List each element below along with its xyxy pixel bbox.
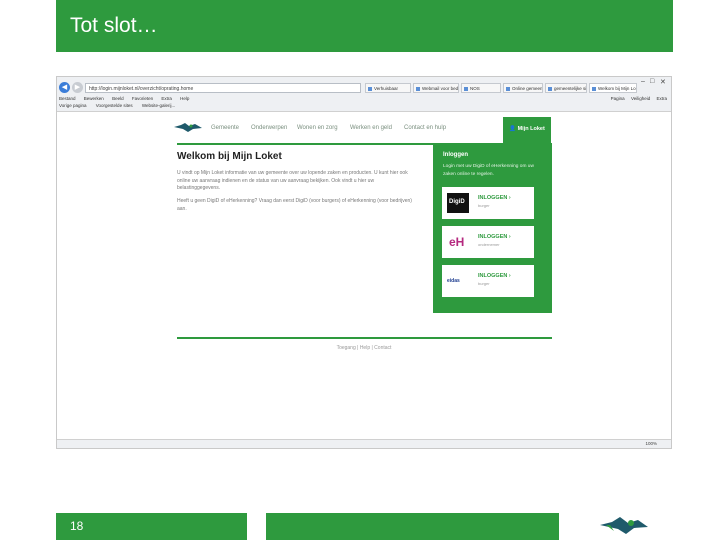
digid-logo-icon: DigiD xyxy=(447,193,469,213)
browser-window: ◀ ▶ http://login.mijnloket.nl/overzicht/… xyxy=(56,76,672,449)
address-bar[interactable]: http://login.mijnloket.nl/overzicht/opra… xyxy=(85,83,361,93)
nav-item[interactable]: Wonen en zorg xyxy=(297,125,338,131)
login-panel-text: Login met uw DigiD of eHerkenning om uw … xyxy=(443,164,534,177)
eidas-logo-icon: eidas xyxy=(447,278,460,284)
login-card-digid[interactable]: DigiD INLOGGEN › burger xyxy=(442,187,534,219)
mijn-loket-nav[interactable]: 👤 Mijn Loket xyxy=(503,117,551,143)
login-card-eidas[interactable]: eidas INLOGGEN › burger xyxy=(442,265,534,297)
slide-title: Tot slot… xyxy=(70,14,158,37)
toolbar-tool[interactable]: Veiligheid xyxy=(631,96,650,101)
page-number: 18 xyxy=(70,519,84,533)
login-card-sub: burger xyxy=(478,203,490,208)
login-panel: Inloggen Login met uw DigiD of eHerkenni… xyxy=(433,143,552,313)
login-button-label: INLOGGEN › xyxy=(478,195,511,201)
favorite-link[interactable]: Vorige pagina xyxy=(59,103,87,108)
nav-item[interactable]: Werken en geld xyxy=(350,125,392,131)
user-icon: 👤 xyxy=(509,126,518,132)
back-arrow-icon[interactable]: ◀ xyxy=(59,82,70,93)
footer-divider xyxy=(177,337,552,339)
favorites-bar: Vorige pagina Voorgestelde sites Website… xyxy=(59,103,183,108)
intro-text-2: Heeft u geen DigiD of eHerkenning? Vraag… xyxy=(177,198,412,212)
menu-item[interactable]: Help xyxy=(180,96,189,101)
browser-status-bar: 100% xyxy=(57,439,671,448)
login-panel-title: Inloggen xyxy=(443,152,468,158)
site-footer-links[interactable]: Toegang | Help | Contact xyxy=(57,345,671,351)
login-card-sub: ondernemer xyxy=(478,242,500,247)
browser-tab[interactable]: NOS xyxy=(461,83,501,93)
browser-tab[interactable]: Webmail voor bedrijven xyxy=(413,83,459,93)
municipality-logo-icon[interactable] xyxy=(173,121,203,133)
mijn-loket-label: Mijn Loket xyxy=(517,126,545,132)
maximize-icon[interactable]: □ xyxy=(650,78,654,85)
slide-footer-middle xyxy=(266,513,559,540)
browser-chrome: ◀ ▶ http://login.mijnloket.nl/overzicht/… xyxy=(57,77,671,112)
nav-item[interactable]: Gemeente xyxy=(211,125,239,131)
menu-item[interactable]: Extra xyxy=(161,96,172,101)
browser-tab-active[interactable]: Welkom bij Mijn Lo... xyxy=(589,83,637,93)
minimize-icon[interactable]: – xyxy=(641,78,645,85)
favorite-link[interactable]: Website-galerij... xyxy=(142,103,175,108)
zoom-level[interactable]: 100% xyxy=(645,441,657,446)
login-button-label: INLOGGEN › xyxy=(478,273,511,279)
login-button-label: INLOGGEN › xyxy=(478,234,511,240)
nav-item[interactable]: Contact en hulp xyxy=(404,125,446,131)
welcome-heading: Welkom bij Mijn Loket xyxy=(177,151,282,162)
nav-item[interactable]: Onderwerpen xyxy=(251,125,287,131)
menu-item[interactable]: Bestand xyxy=(59,96,76,101)
browser-tab[interactable]: gemeentelijke site... xyxy=(545,83,587,93)
close-icon[interactable]: ✕ xyxy=(660,78,666,86)
slide-footer-left: 18 xyxy=(56,513,247,540)
toolbar-tool[interactable]: Pagina xyxy=(611,96,625,101)
login-card-sub: burger xyxy=(478,281,490,286)
intro-text: U vindt op Mijn Loket informatie van uw … xyxy=(177,170,408,191)
site-navigation: Gemeente Onderwerpen Wonen en zorg Werke… xyxy=(57,117,671,143)
forward-arrow-icon[interactable]: ▶ xyxy=(72,82,83,93)
menu-item[interactable]: Bewerken xyxy=(84,96,104,101)
login-card-eherkenning[interactable]: eH INLOGGEN › ondernemer xyxy=(442,226,534,258)
slide-title-bar: Tot slot… xyxy=(56,0,673,52)
eherkenning-logo-icon: eH xyxy=(449,235,465,249)
toolbar-tools: Pagina Veiligheid Extra xyxy=(606,96,667,101)
menu-item[interactable]: Beeld xyxy=(112,96,124,101)
municipality-logo-icon xyxy=(600,517,648,534)
browser-tab[interactable]: Online gemeente ... xyxy=(503,83,543,93)
toolbar-tool[interactable]: Extra xyxy=(656,96,667,101)
favorite-link[interactable]: Voorgestelde sites xyxy=(96,103,133,108)
menu-bar: Bestand Bewerken Beeld Favorieten Extra … xyxy=(59,96,196,101)
menu-item[interactable]: Favorieten xyxy=(132,96,153,101)
browser-tab[interactable]: Verhuisbaar xyxy=(365,83,411,93)
